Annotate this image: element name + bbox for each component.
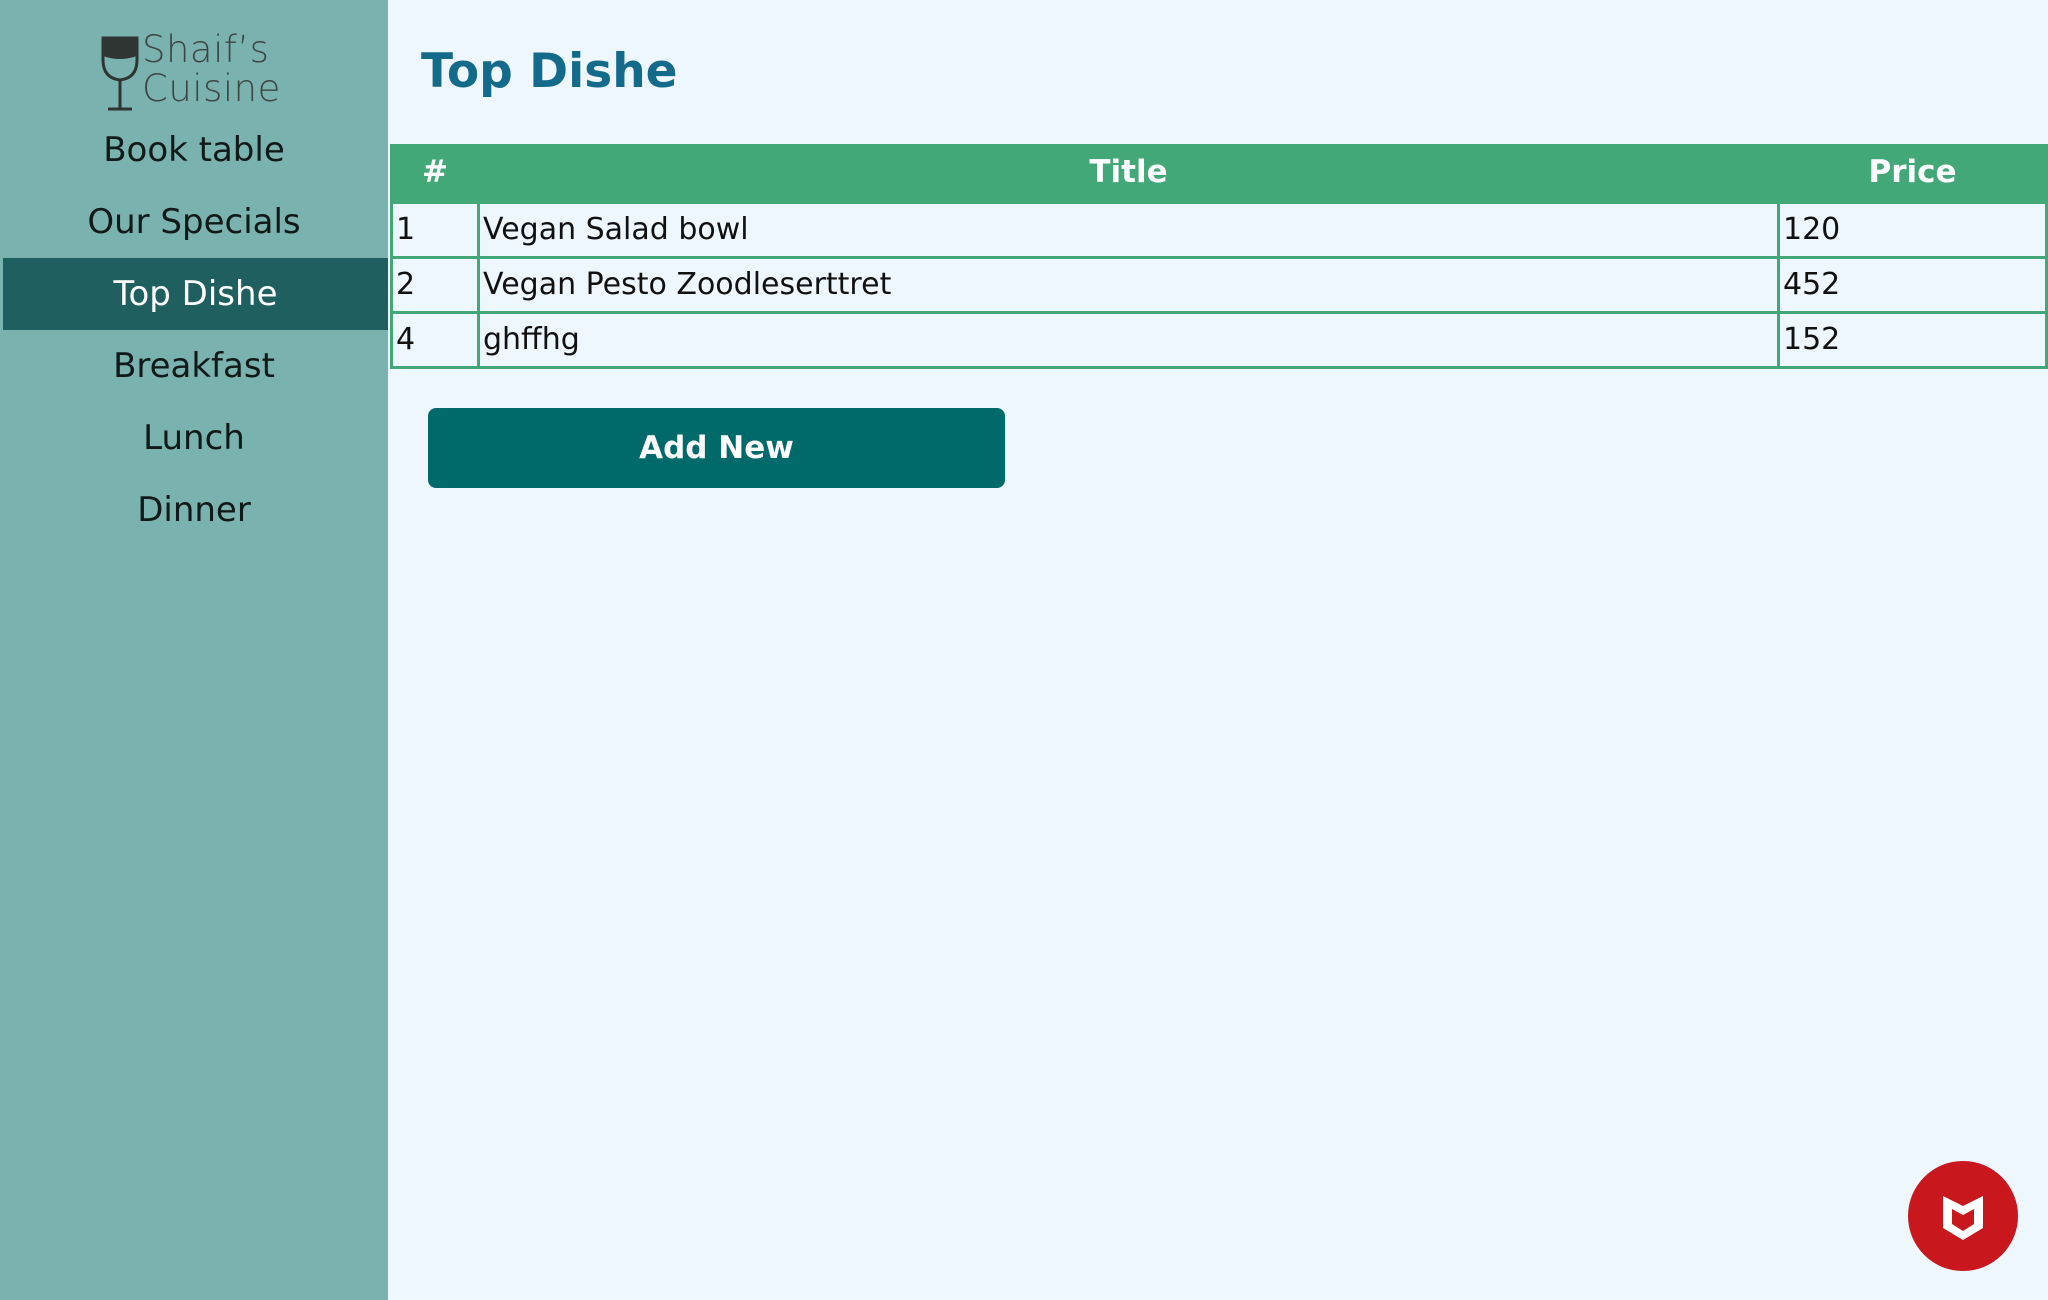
table-header-row: # Title Price bbox=[390, 144, 2048, 202]
main-content: Top Dishe # Title Price 1 Vegan Salad bo… bbox=[388, 0, 2048, 1300]
cell-number: 4 bbox=[390, 310, 480, 369]
cell-price: 152 bbox=[1777, 310, 2048, 369]
mcafee-shield-button[interactable] bbox=[1908, 1161, 2018, 1271]
sidebar-nav: Book table Our Specials Top Dishe Breakf… bbox=[0, 114, 388, 546]
column-header-number[interactable]: # bbox=[390, 144, 480, 202]
sidebar-item-top-dishe[interactable]: Top Dishe bbox=[3, 258, 388, 330]
dishes-table: # Title Price 1 Vegan Salad bowl 120 2 V… bbox=[390, 144, 2048, 369]
sidebar: Shaif’s Cuisine Book table Our Specials … bbox=[0, 0, 388, 1300]
brand-logo[interactable]: Shaif’s Cuisine bbox=[100, 30, 300, 114]
table-row[interactable]: 1 Vegan Salad bowl 120 bbox=[390, 200, 2048, 259]
cell-price: 120 bbox=[1777, 200, 2048, 259]
sidebar-item-dinner[interactable]: Dinner bbox=[0, 474, 388, 546]
brand-line-1: Shaif’s bbox=[142, 28, 270, 71]
table-row[interactable]: 2 Vegan Pesto Zoodleserttret 452 bbox=[390, 255, 2048, 314]
sidebar-item-book-table[interactable]: Book table bbox=[0, 114, 388, 186]
cell-number: 2 bbox=[390, 255, 480, 314]
wine-glass-icon bbox=[101, 36, 139, 111]
sidebar-item-our-specials[interactable]: Our Specials bbox=[0, 186, 388, 258]
column-header-title[interactable]: Title bbox=[477, 144, 1780, 202]
brand-name: Shaif’s Cuisine bbox=[142, 30, 281, 108]
sidebar-item-lunch[interactable]: Lunch bbox=[0, 402, 388, 474]
column-header-price[interactable]: Price bbox=[1777, 144, 2048, 202]
table-row[interactable]: 4 ghffhg 152 bbox=[390, 310, 2048, 369]
cell-title: Vegan Salad bowl bbox=[477, 200, 1780, 259]
cell-price: 452 bbox=[1777, 255, 2048, 314]
mcafee-shield-icon bbox=[1943, 1196, 1983, 1240]
sidebar-item-breakfast[interactable]: Breakfast bbox=[0, 330, 388, 402]
add-new-button[interactable]: Add New bbox=[428, 408, 1005, 488]
page-title: Top Dishe bbox=[421, 44, 678, 99]
cell-number: 1 bbox=[390, 200, 480, 259]
cell-title: ghffhg bbox=[477, 310, 1780, 369]
brand-line-2: Cuisine bbox=[142, 67, 281, 110]
cell-title: Vegan Pesto Zoodleserttret bbox=[477, 255, 1780, 314]
